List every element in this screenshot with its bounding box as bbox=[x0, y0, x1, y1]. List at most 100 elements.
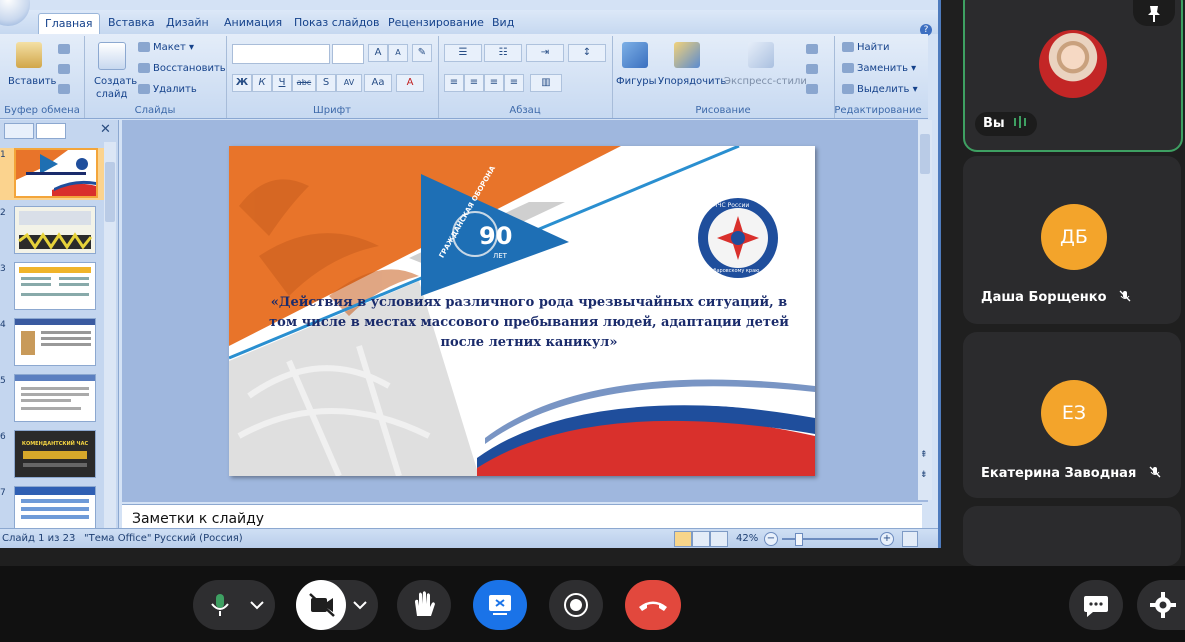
justify-button[interactable]: ≡ bbox=[504, 74, 524, 92]
group-drawing: Фигуры Упорядочить Экспресс-стили Рисова… bbox=[612, 36, 835, 118]
font-size-field[interactable] bbox=[332, 44, 364, 64]
cut-icon[interactable] bbox=[58, 44, 70, 54]
grow-font-button[interactable]: A bbox=[368, 44, 388, 62]
align-right-button[interactable]: ≡ bbox=[484, 74, 504, 92]
thumbnail-slide-6[interactable]: 6 КОМЕНДАНТСКИЙ ЧАС bbox=[0, 430, 104, 482]
microphone-button[interactable] bbox=[193, 580, 275, 630]
underline-button[interactable]: Ч bbox=[272, 74, 292, 92]
scroll-knob[interactable] bbox=[920, 134, 930, 174]
slideshow-view-icon[interactable] bbox=[710, 531, 728, 547]
new-slide-label-1[interactable]: Создать bbox=[94, 76, 137, 87]
font-name-field[interactable] bbox=[232, 44, 330, 64]
outline-tab[interactable] bbox=[36, 123, 66, 139]
new-slide-label-2[interactable]: слайд bbox=[96, 89, 127, 100]
columns-button[interactable]: ▥ bbox=[530, 74, 562, 92]
ribbon-tabs: Главная Вставка Дизайн Анимация Показ сл… bbox=[0, 10, 938, 36]
sorter-view-icon[interactable] bbox=[692, 531, 710, 547]
spacing-button[interactable]: AV bbox=[336, 74, 362, 92]
tab-home[interactable]: Главная bbox=[38, 13, 100, 35]
tab-review[interactable]: Рецензирование bbox=[382, 13, 490, 34]
tab-view[interactable]: Вид bbox=[486, 13, 520, 34]
next-slide-icon[interactable]: ⇟ bbox=[920, 470, 928, 480]
audio-level-icon bbox=[1014, 116, 1027, 128]
clear-format-button[interactable]: ✎ bbox=[412, 44, 432, 62]
shapes-button[interactable]: Фигуры bbox=[616, 76, 657, 87]
thumbnail-slide-4[interactable]: 4 bbox=[0, 318, 104, 370]
record-button[interactable] bbox=[549, 580, 603, 630]
line-spacing-button[interactable]: ↕ bbox=[568, 44, 606, 62]
zoom-slider-thumb[interactable] bbox=[795, 533, 803, 546]
bold-button[interactable]: Ж bbox=[232, 74, 252, 92]
settings-button[interactable] bbox=[1137, 580, 1185, 630]
notes-pane[interactable]: Заметки к слайду bbox=[122, 504, 922, 529]
format-painter-icon[interactable] bbox=[58, 84, 70, 94]
thumbnail-scrollbar[interactable] bbox=[104, 142, 116, 528]
pin-button[interactable] bbox=[1133, 0, 1175, 26]
participant-tile-partial[interactable] bbox=[963, 506, 1181, 566]
shrink-font-button[interactable]: A bbox=[388, 44, 408, 62]
thumbnail-slide-1[interactable]: 1 bbox=[0, 148, 104, 200]
participant-name-row: Даша Борщенко bbox=[981, 290, 1131, 305]
strikethrough-button[interactable]: abc bbox=[292, 74, 316, 92]
language[interactable]: Русский (Россия) bbox=[154, 533, 243, 544]
fit-window-icon[interactable] bbox=[902, 531, 918, 547]
zoom-out-icon[interactable]: − bbox=[764, 532, 778, 546]
participant-tile[interactable]: ДБ Даша Борщенко bbox=[963, 156, 1181, 324]
zoom-percent[interactable]: 42% bbox=[736, 533, 758, 544]
normal-view-icon[interactable] bbox=[674, 531, 692, 547]
group-clipboard: Вставить Буфер обмена bbox=[0, 36, 85, 118]
thumb-image bbox=[14, 374, 96, 422]
replace-button[interactable]: Заменить ▾ bbox=[842, 63, 916, 74]
raise-hand-button[interactable] bbox=[397, 580, 451, 630]
numbering-button[interactable]: ☷ bbox=[484, 44, 522, 62]
close-icon[interactable]: ✕ bbox=[100, 122, 111, 137]
thumb-number: 1 bbox=[0, 150, 6, 160]
find-button[interactable]: Найти bbox=[842, 42, 889, 53]
tab-design[interactable]: Дизайн bbox=[160, 13, 215, 34]
zoom-in-icon[interactable]: + bbox=[880, 532, 894, 546]
effects-icon[interactable] bbox=[806, 84, 818, 94]
avatar: ЕЗ bbox=[1041, 380, 1107, 446]
slide-scrollbar[interactable]: ⇞ ⇟ bbox=[918, 120, 932, 500]
reset-label: Восстановить bbox=[153, 63, 226, 74]
thumbnail-slide-2[interactable]: 2 bbox=[0, 206, 104, 258]
layout-button[interactable]: Макет ▾ bbox=[138, 42, 194, 53]
indent-button[interactable]: ⇥ bbox=[526, 44, 564, 62]
shadow-button[interactable]: S bbox=[316, 74, 336, 92]
prev-slide-icon[interactable]: ⇞ bbox=[920, 450, 928, 460]
present-icon bbox=[489, 595, 511, 615]
align-center-button[interactable]: ≡ bbox=[464, 74, 484, 92]
reset-icon bbox=[138, 63, 150, 73]
copy-icon[interactable] bbox=[58, 64, 70, 74]
slide-title[interactable]: «Действия в условиях различного рода чре… bbox=[259, 293, 799, 353]
slides-tab[interactable] bbox=[4, 123, 34, 139]
end-call-button[interactable] bbox=[625, 580, 681, 630]
participant-tile[interactable]: ЕЗ Екатерина Заводная bbox=[963, 332, 1181, 498]
align-left-button[interactable]: ≡ bbox=[444, 74, 464, 92]
select-button[interactable]: Выделить ▾ bbox=[842, 84, 918, 95]
badge-number: 90 bbox=[479, 222, 513, 250]
quick-styles-button[interactable]: Экспресс-стили bbox=[724, 76, 807, 87]
thumbnail-slide-5[interactable]: 5 bbox=[0, 374, 104, 426]
reset-button[interactable]: Восстановить bbox=[138, 63, 226, 74]
font-color-button[interactable]: A bbox=[396, 74, 424, 92]
outline-icon[interactable] bbox=[806, 64, 818, 74]
italic-button[interactable]: К bbox=[252, 74, 272, 92]
fill-icon[interactable] bbox=[806, 44, 818, 54]
current-slide[interactable]: 90 ЛЕТ ГРАЖДАНСКАЯ ОБОРОНА ГУ МЧС России… bbox=[229, 146, 815, 476]
camera-button[interactable] bbox=[296, 580, 378, 630]
bullets-button[interactable]: ☰ bbox=[444, 44, 482, 62]
change-case-button[interactable]: Aa bbox=[364, 74, 392, 92]
emblem-bottom-text: по Хабаровскому краю bbox=[699, 268, 760, 274]
tab-insert[interactable]: Вставка bbox=[102, 13, 161, 34]
tab-slideshow[interactable]: Показ слайдов bbox=[288, 13, 386, 34]
emblem-top-text: ГУ МЧС России bbox=[703, 202, 750, 209]
present-screen-button[interactable] bbox=[473, 580, 527, 630]
thumbnail-slide-3[interactable]: 3 bbox=[0, 262, 104, 314]
paste-button[interactable]: Вставить bbox=[8, 76, 56, 87]
chat-button[interactable] bbox=[1069, 580, 1123, 630]
delete-slide-button[interactable]: Удалить bbox=[138, 84, 197, 95]
arrange-button[interactable]: Упорядочить bbox=[658, 76, 726, 87]
tab-animation[interactable]: Анимация bbox=[218, 13, 288, 34]
scroll-knob[interactable] bbox=[105, 162, 115, 222]
